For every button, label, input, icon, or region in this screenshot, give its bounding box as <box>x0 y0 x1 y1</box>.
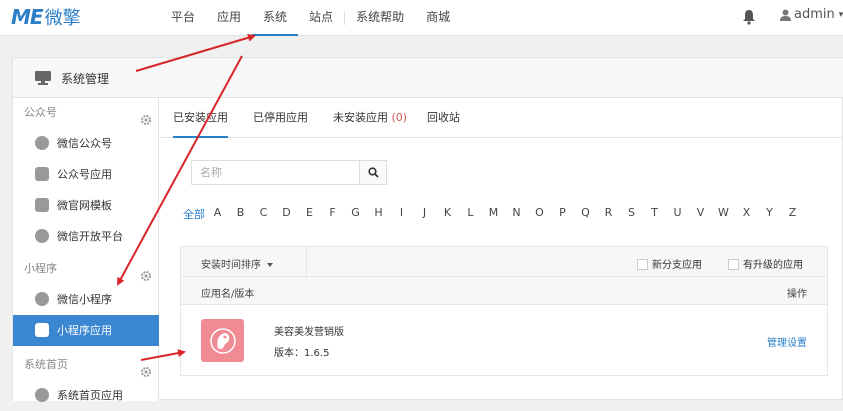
image-icon <box>35 198 49 212</box>
sort-dropdown[interactable]: 安装时间排序 <box>201 256 273 271</box>
logo-text: 微擎 <box>44 8 81 29</box>
letter-t[interactable]: T <box>643 206 666 222</box>
search-icon <box>367 167 379 178</box>
letter-a[interactable]: A <box>206 206 229 222</box>
main-nav: 平台 应用 系统 站点 系统帮助 商城 <box>160 0 461 36</box>
letter-l[interactable]: L <box>459 206 482 222</box>
letter-j[interactable]: J <box>413 206 436 222</box>
beauty-app-icon <box>209 327 236 354</box>
sidebar-item-official-apps[interactable]: 公众号应用 <box>13 159 159 190</box>
tab-disabled[interactable]: 已停用应用 <box>253 98 308 138</box>
letter-n[interactable]: N <box>505 206 528 222</box>
sidebar-group-official: 公众号 微信公众号 公众号应用 微官网模板 微信开放平台 <box>13 98 159 252</box>
nav-sites[interactable]: 站点 <box>298 0 344 36</box>
letter-b[interactable]: B <box>229 206 252 222</box>
nav-store[interactable]: 商城 <box>415 0 461 36</box>
caret-down-icon <box>267 263 273 267</box>
letter-k[interactable]: K <box>436 206 459 222</box>
toolbar-divider <box>306 247 307 277</box>
checkbox-icon <box>728 259 739 270</box>
top-navbar: ME 微擎 平台 应用 系统 站点 系统帮助 商城 admin ▾ <box>0 0 843 36</box>
content-area: 已安装应用 已停用应用 未安装应用 (0) 回收站 全部 A B C D E F… <box>160 98 843 401</box>
search-input[interactable] <box>192 161 356 184</box>
letter-u[interactable]: U <box>666 206 689 222</box>
table-header: 应用名/版本 操作 <box>181 277 827 305</box>
user-menu[interactable]: admin ▾ <box>780 7 843 22</box>
user-name: admin <box>794 7 835 22</box>
letter-x[interactable]: X <box>735 206 758 222</box>
bell-icon[interactable] <box>742 9 756 25</box>
tab-uninstalled-label: 未安装应用 <box>333 111 388 124</box>
letter-z[interactable]: Z <box>781 206 804 222</box>
logo-mark: ME <box>11 5 44 29</box>
letter-r[interactable]: R <box>597 206 620 222</box>
system-panel: 系统管理 公众号 微信公众号 公众号应用 微官网模板 微信开放平台 小程序 微信… <box>12 57 843 402</box>
letter-filter: 全部 A B C D E F G H I J K L M N O P Q R S… <box>182 206 804 222</box>
sidebar-group-home: 系统首页 系统首页应用 <box>13 350 159 411</box>
table-row: 美容美发营销版 版本：1.6.5 管理设置 <box>181 305 827 375</box>
letter-p[interactable]: P <box>551 206 574 222</box>
search-button[interactable] <box>359 161 386 184</box>
checkbox-icon <box>637 259 648 270</box>
letter-i[interactable]: I <box>390 206 413 222</box>
user-icon <box>780 9 791 21</box>
sidebar-item-open-platform[interactable]: 微信开放平台 <box>13 221 159 252</box>
letter-v[interactable]: V <box>689 206 712 222</box>
panel-header: 系统管理 <box>13 58 843 98</box>
sidebar: 公众号 微信公众号 公众号应用 微官网模板 微信开放平台 小程序 微信小程序 小… <box>13 98 159 402</box>
sidebar-group-miniprogram: 小程序 微信小程序 小程序应用 <box>13 254 159 346</box>
app-icon <box>35 167 49 181</box>
app-tabs: 已安装应用 已停用应用 未安装应用 (0) 回收站 <box>160 98 843 138</box>
letter-o[interactable]: O <box>528 206 551 222</box>
filter-upgrade-checkbox[interactable]: 有升级的应用 <box>728 256 803 271</box>
letter-h[interactable]: H <box>367 206 390 222</box>
app-name: 美容美发营销版 <box>274 327 344 338</box>
sidebar-item-miniprogram-apps[interactable]: 小程序应用 <box>13 315 159 346</box>
logo[interactable]: ME 微擎 <box>11 5 81 29</box>
letter-f[interactable]: F <box>321 206 344 222</box>
app-version: 版本：1.6.5 <box>274 348 330 359</box>
nav-apps[interactable]: 应用 <box>206 0 252 36</box>
nav-system[interactable]: 系统 <box>252 0 299 36</box>
column-header-name: 应用名/版本 <box>201 289 255 300</box>
letter-all[interactable]: 全部 <box>182 206 206 222</box>
tab-recycle[interactable]: 回收站 <box>427 98 460 138</box>
uninstalled-count: (0) <box>391 111 408 124</box>
sidebar-item-wechat-official[interactable]: 微信公众号 <box>13 128 159 159</box>
letter-s[interactable]: S <box>620 206 643 222</box>
letter-e[interactable]: E <box>298 206 321 222</box>
nav-platform[interactable]: 平台 <box>160 0 206 36</box>
sidebar-item-home-apps[interactable]: 系统首页应用 <box>13 380 159 411</box>
sidebar-item-wechat-miniprogram[interactable]: 微信小程序 <box>13 284 159 315</box>
letter-w[interactable]: W <box>712 206 735 222</box>
filter-branch-checkbox[interactable]: 新分支应用 <box>637 256 702 271</box>
nav-help[interactable]: 系统帮助 <box>345 0 415 36</box>
miniprogram-icon <box>35 292 49 306</box>
wechat-icon <box>35 136 49 150</box>
sidebar-group-title: 公众号 <box>13 98 159 128</box>
sidebar-group-title: 小程序 <box>13 254 159 284</box>
app-logo <box>201 319 244 362</box>
letter-g[interactable]: G <box>344 206 367 222</box>
app-icon <box>35 323 49 337</box>
manage-settings-link[interactable]: 管理设置 <box>767 334 807 349</box>
column-header-action: 操作 <box>787 289 807 300</box>
app-table: 安装时间排序 新分支应用 有升级的应用 应用名/版本 操作 美容美发营销版 版本… <box>180 246 828 376</box>
letter-y[interactable]: Y <box>758 206 781 222</box>
letter-d[interactable]: D <box>275 206 298 222</box>
letter-c[interactable]: C <box>252 206 275 222</box>
sidebar-group-title: 系统首页 <box>13 350 159 380</box>
monitor-icon <box>35 71 51 88</box>
tab-uninstalled[interactable]: 未安装应用 (0) <box>333 98 407 138</box>
chevron-down-icon: ▾ <box>838 9 843 20</box>
platform-icon <box>35 229 49 243</box>
panel-title: 系统管理 <box>61 72 110 86</box>
tab-installed[interactable]: 已安装应用 <box>173 98 228 138</box>
letter-q[interactable]: Q <box>574 206 597 222</box>
search-box <box>191 160 387 185</box>
letter-m[interactable]: M <box>482 206 505 222</box>
table-toolbar: 安装时间排序 新分支应用 有升级的应用 <box>181 247 827 277</box>
sidebar-item-site-templates[interactable]: 微官网模板 <box>13 190 159 221</box>
